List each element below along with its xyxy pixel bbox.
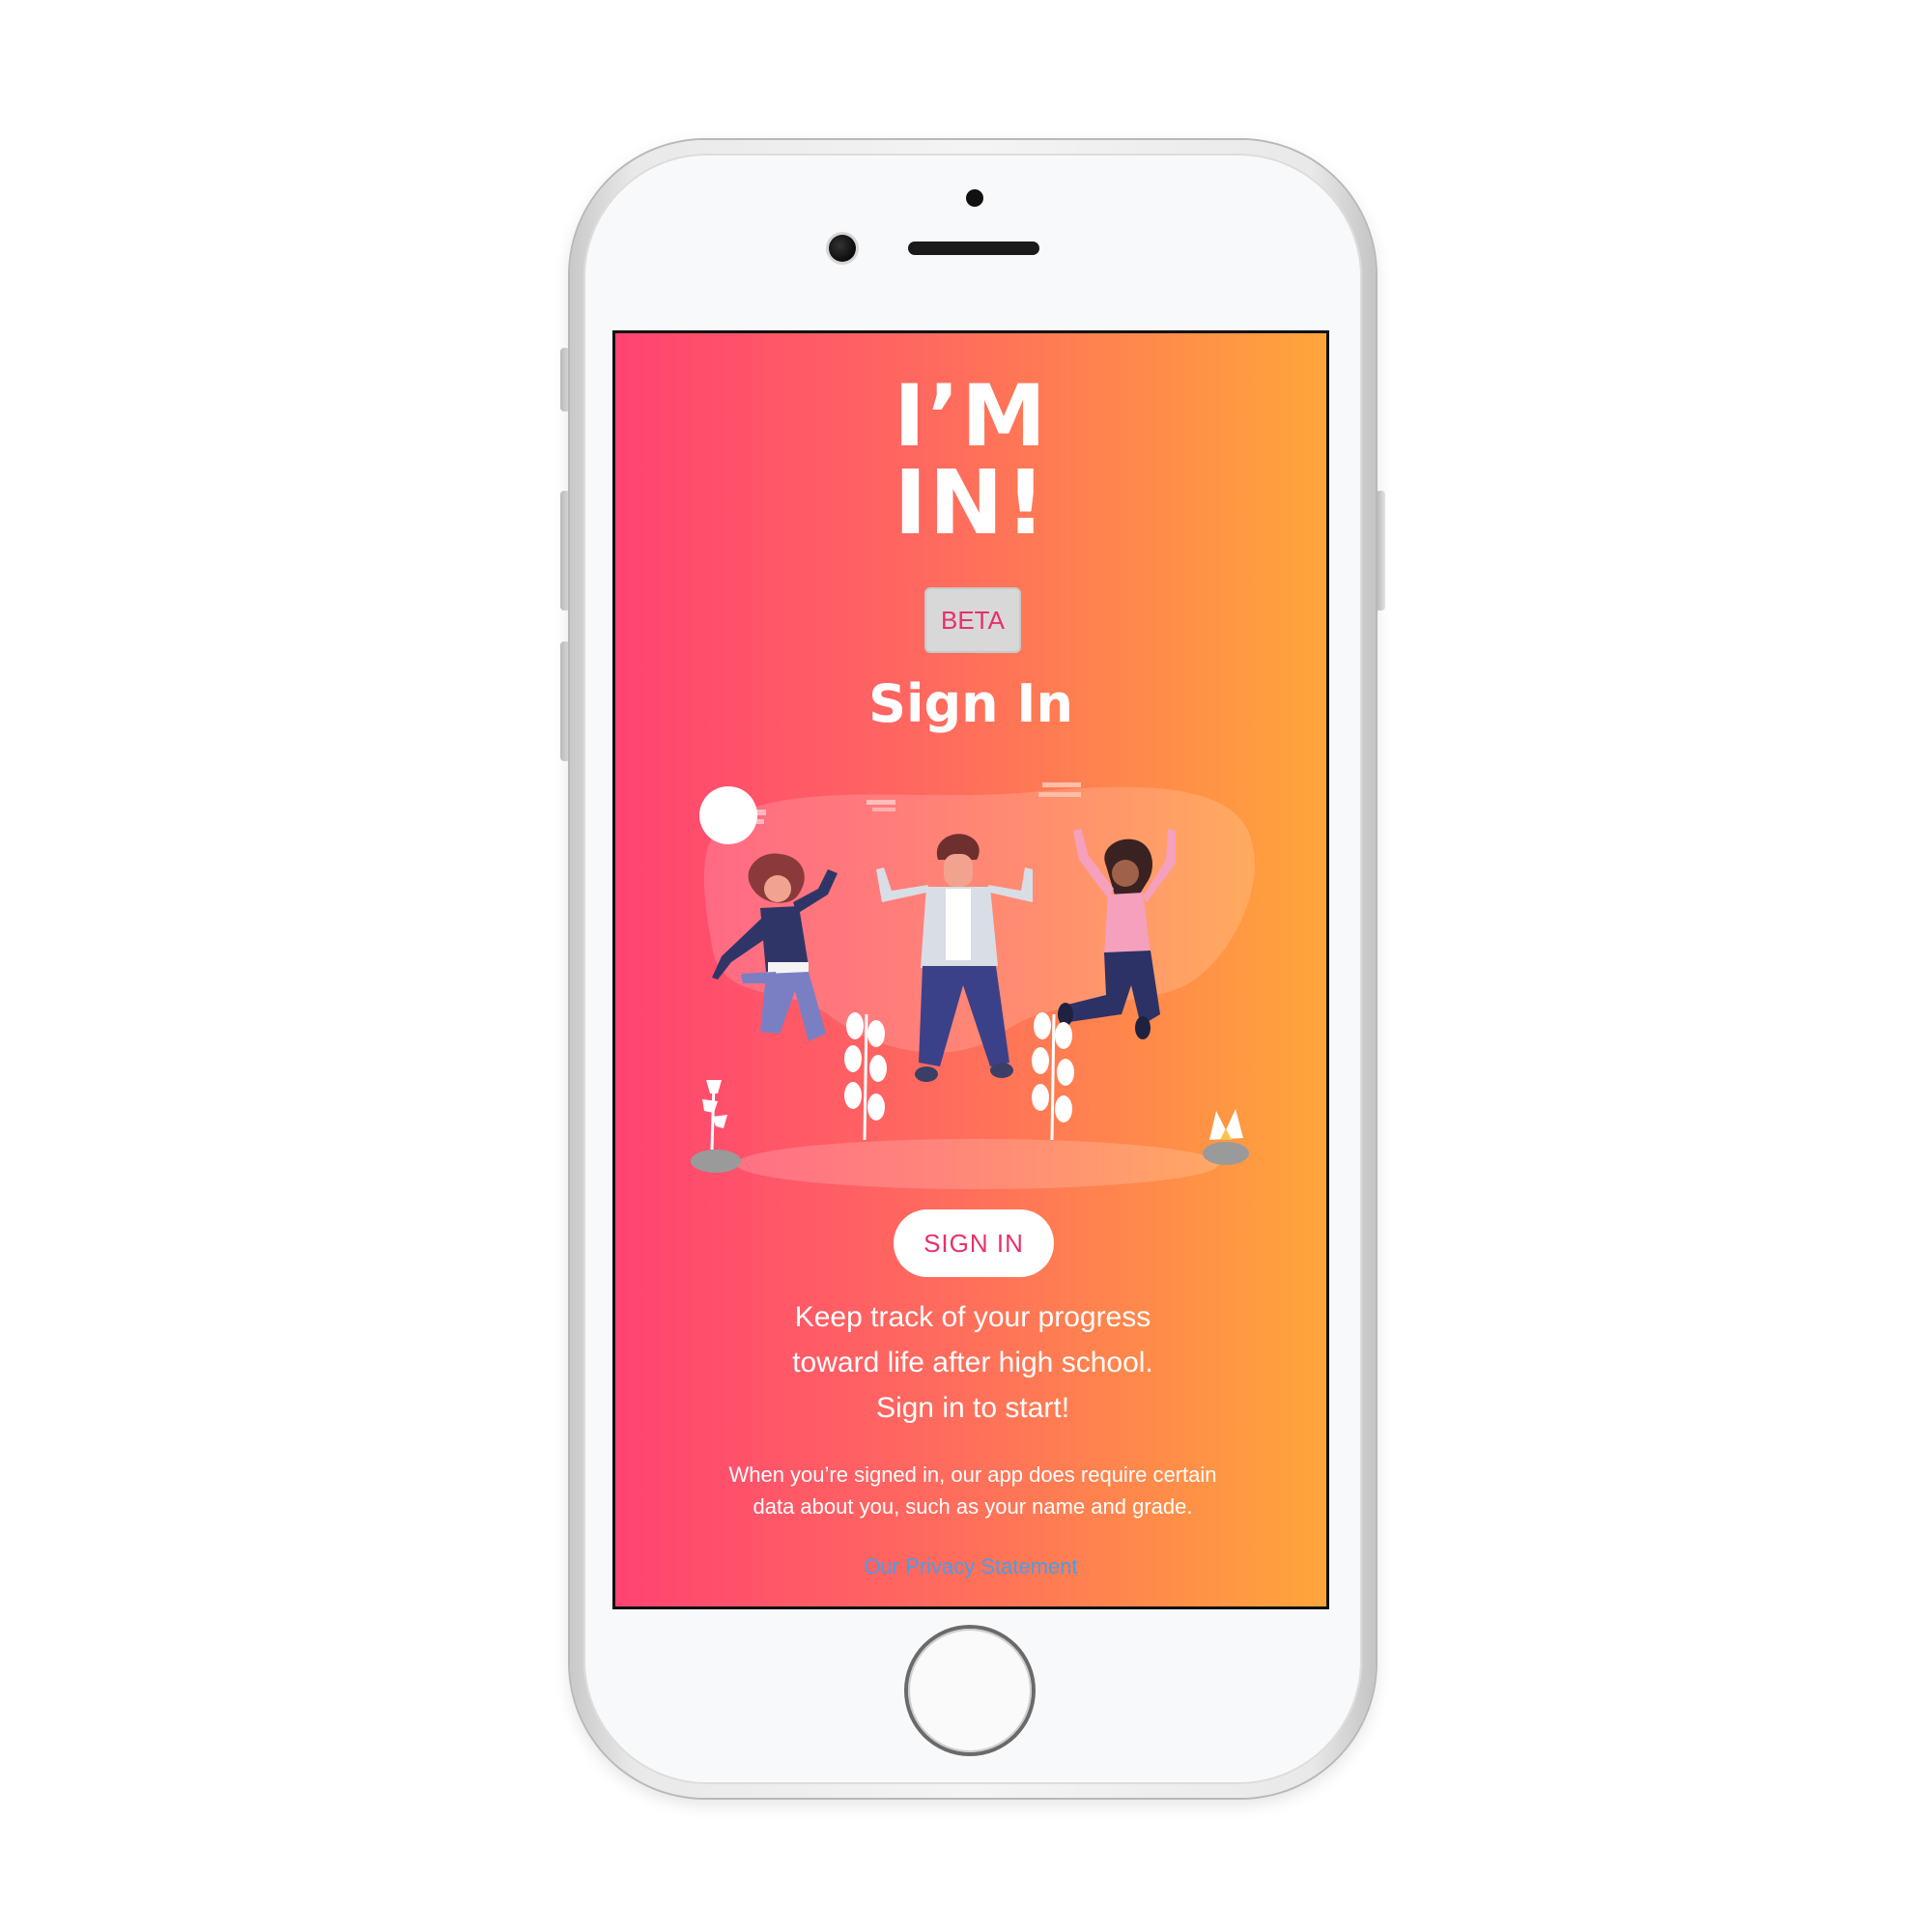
tagline-line-1: Keep track of your progress <box>794 1301 1151 1333</box>
tagline-line-3: Sign in to start! <box>875 1392 1070 1424</box>
volume-down-button <box>560 641 570 761</box>
sign-in-button[interactable]: SIGN IN <box>894 1209 1054 1277</box>
people-jumping-illustration <box>691 782 1255 1189</box>
tagline: Keep track of your progress toward life … <box>673 1294 1272 1431</box>
logo-line-1: I’M <box>894 366 1048 466</box>
tagline-line-2: toward life after high school. <box>792 1347 1153 1378</box>
logo-line-2: IN! <box>894 451 1048 554</box>
proximity-sensor-icon <box>966 189 983 207</box>
page-title: Sign In <box>868 673 1073 734</box>
volume-up-button <box>560 491 570 611</box>
beta-badge: BETA <box>924 587 1021 653</box>
front-camera-icon <box>829 235 856 262</box>
app-screen: I’M IN! BETA Sign In SIGN IN Keep track … <box>612 330 1329 1609</box>
earpiece-speaker-icon <box>908 242 1039 255</box>
data-notice: When you’re signed in, our app does requ… <box>728 1463 1217 1519</box>
home-button[interactable] <box>908 1629 1032 1752</box>
silent-switch <box>560 348 570 412</box>
privacy-statement-link[interactable]: Our Privacy Statement <box>615 1554 1326 1579</box>
power-button <box>1376 491 1385 611</box>
